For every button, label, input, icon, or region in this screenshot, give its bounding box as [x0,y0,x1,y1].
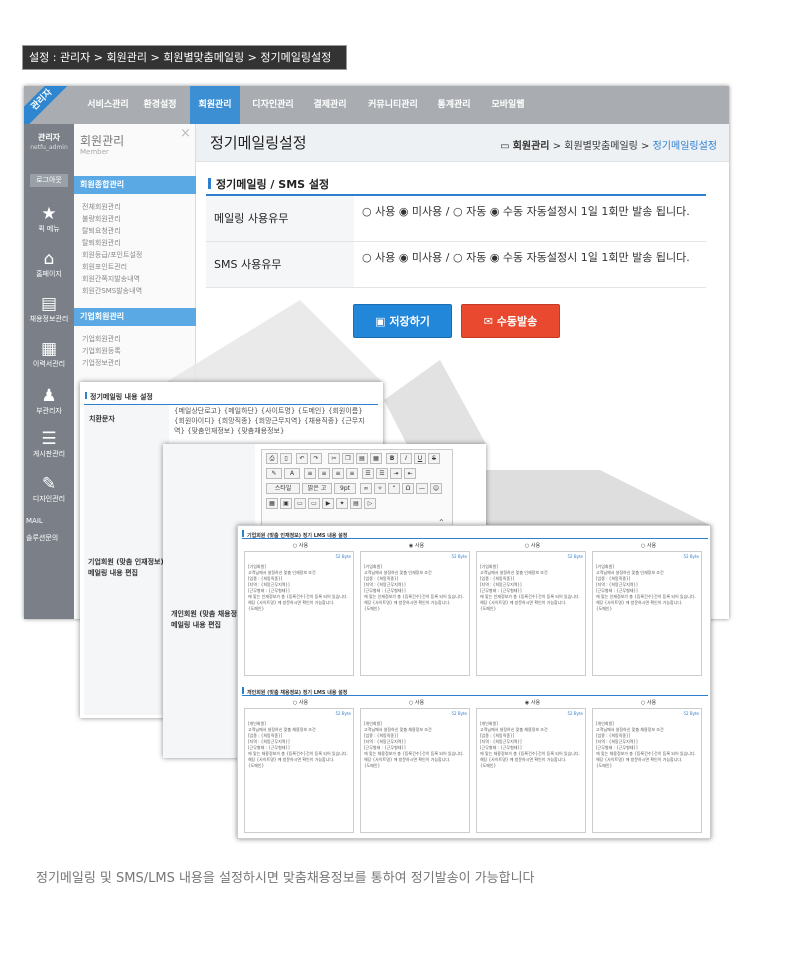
new-doc-icon[interactable]: ▯ [280,453,292,464]
emoji-icon[interactable]: ☺ [430,483,442,494]
lms-text: [개인회원] 고객님께서 설정하신 맞춤 채용정보 조건 [업종 : {희망직종… [480,721,580,768]
undo-icon[interactable]: ↶ [296,453,308,464]
replace-tokens: {메일상단로고} {메일하단} {사이트명} {도메인} {회원이름} {회원아… [174,407,365,435]
wysiwyg-editor[interactable]: ⎙ ▯ ↶ ↷ ✂ ❐ ▤ ▦ B I U S ✎ A ≡ ≡ ≡ ≡ ☰ ☰ … [261,449,453,529]
lms-company-divider [242,538,708,539]
lms-use-radio[interactable]: ○ 사용 [476,542,589,549]
byte-count: 52 Byte [567,711,583,716]
strike-button[interactable]: S [428,453,440,464]
lms-use-radio[interactable]: ○ 사용 [244,699,357,706]
outdent-icon[interactable]: ⇤ [404,468,416,479]
lms-message-card[interactable]: 52 Byte [기업회원] 고객님께서 설정하신 맞춤 인재정보 조건 [업종 … [476,551,586,676]
media-icon[interactable]: ▶ [322,498,334,509]
table-icon[interactable]: ▦ [266,498,278,509]
byte-count: 52 Byte [335,554,351,559]
lms-text: [개인회원] 고객님께서 설정하신 맞춤 채용정보 조건 [업종 : {희망직종… [596,721,696,768]
replace-label: 치환문자 [89,415,115,423]
byte-count: 52 Byte [683,554,699,559]
indent-icon[interactable]: ⇥ [390,468,402,479]
box-icon[interactable]: ▭ [294,498,306,509]
align-left-icon[interactable]: ≡ [304,468,316,479]
bullet-list-icon[interactable]: ☰ [376,468,388,479]
hr-icon[interactable]: — [416,483,428,494]
ordered-list-icon[interactable]: ☰ [362,468,374,479]
lms-settings-panel: 기업회원 (맞춤 인재정보) 정기 LMS 내용 설정 ○ 사용 ◉ 사용 ○ … [237,525,711,839]
field-icon[interactable]: ▭ [308,498,320,509]
lms-use-radio[interactable]: ○ 사용 [592,699,705,706]
lms-message-card[interactable]: 52 Byte [개인회원] 고객님께서 설정하신 맞춤 채용정보 조건 [업종 … [476,708,586,833]
lms-use-radio[interactable]: ◉ 사용 [476,699,589,706]
company-mail-label: 기업회원 (맞춤 인재정보) 메일링 내용 편집 [88,558,164,577]
bold-button[interactable]: B [386,453,398,464]
byte-count: 52 Byte [567,554,583,559]
underline-button[interactable]: U [414,453,426,464]
omega-icon[interactable]: Ω [402,483,414,494]
lms-message-card[interactable]: 52 Byte [기업회원] 고객님께서 설정하신 맞춤 인재정보 조건 [업종 … [592,551,702,676]
align-center-icon[interactable]: ≡ [318,468,330,479]
lms-use-radio[interactable]: ○ 사용 [592,542,705,549]
font-color-icon[interactable]: A [284,468,300,479]
lms-message-card[interactable]: 52 Byte [개인회원] 고객님께서 설정하신 맞춤 채용정보 조건 [업종 … [360,708,470,833]
lms-use-radio[interactable]: ◉ 사용 [360,542,473,549]
preview-icon[interactable]: ▷ [364,498,376,509]
lms-personal-divider [242,695,708,696]
link-icon[interactable]: ∞ [360,483,372,494]
lms-text: [기업회원] 고객님께서 설정하신 맞춤 인재정보 조건 [업종 : {희망직종… [596,564,696,611]
lms-text: [개인회원] 고객님께서 설정하신 맞춤 채용정보 조건 [업종 : {희망직종… [248,721,348,768]
align-right-icon[interactable]: ≡ [332,468,344,479]
lms-use-radio[interactable]: ○ 사용 [360,699,473,706]
lms-message-card[interactable]: 52 Byte [기업회원] 고객님께서 설정하신 맞춤 인재정보 조건 [업종 … [244,551,354,676]
quote-icon[interactable]: “ [388,483,400,494]
lms-text: [개인회원] 고객님께서 설정하신 맞춤 채용정보 조건 [업종 : {희망직종… [364,721,464,768]
overlay1-title: 정기메일링 내용 설정 [85,392,153,402]
italic-button[interactable]: I [400,453,412,464]
cut-icon[interactable]: ✂ [328,453,340,464]
source-icon[interactable]: ▤ [350,498,362,509]
byte-count: 52 Byte [683,711,699,716]
redo-icon[interactable]: ↷ [310,453,322,464]
feature-caption: 정기메일링 및 SMS/LMS 내용을 설정하시면 맞춤채용정보를 통하여 정기… [36,871,535,886]
lms-message-card[interactable]: 52 Byte [개인회원] 고객님께서 설정하신 맞춤 채용정보 조건 [업종 … [592,708,702,833]
lms-message-card[interactable]: 52 Byte [개인회원] 고객님께서 설정하신 맞춤 채용정보 조건 [업종 … [244,708,354,833]
style-select[interactable]: 스타일 [266,483,300,494]
lms-text: [기업회원] 고객님께서 설정하신 맞춤 인재정보 조건 [업종 : {희망직종… [364,564,464,611]
size-select[interactable]: 9pt [334,483,356,494]
lms-text: [기업회원] 고객님께서 설정하신 맞춤 인재정보 조건 [업종 : {희망직종… [480,564,580,611]
copy-icon[interactable]: ❐ [342,453,354,464]
lms-use-radio[interactable]: ○ 사용 [244,542,357,549]
select-all-icon[interactable]: ▦ [370,453,382,464]
highlight-icon[interactable]: ✎ [266,468,282,479]
unlink-icon[interactable]: ✧ [374,483,386,494]
paste-icon[interactable]: ▤ [356,453,368,464]
image-icon[interactable]: ▣ [280,498,292,509]
print-icon[interactable]: ⎙ [266,453,278,464]
byte-count: 52 Byte [451,554,467,559]
byte-count: 52 Byte [451,711,467,716]
flash-icon[interactable]: ✦ [336,498,348,509]
justify-icon[interactable]: ≡ [346,468,358,479]
lms-message-card[interactable]: 52 Byte [기업회원] 고객님께서 설정하신 맞춤 인재정보 조건 [업종 … [360,551,470,676]
byte-count: 52 Byte [335,711,351,716]
lms-text: [기업회원] 고객님께서 설정하신 맞춤 인재정보 조건 [업종 : {희망직종… [248,564,348,611]
font-select[interactable]: 맑은 고 [302,483,332,494]
